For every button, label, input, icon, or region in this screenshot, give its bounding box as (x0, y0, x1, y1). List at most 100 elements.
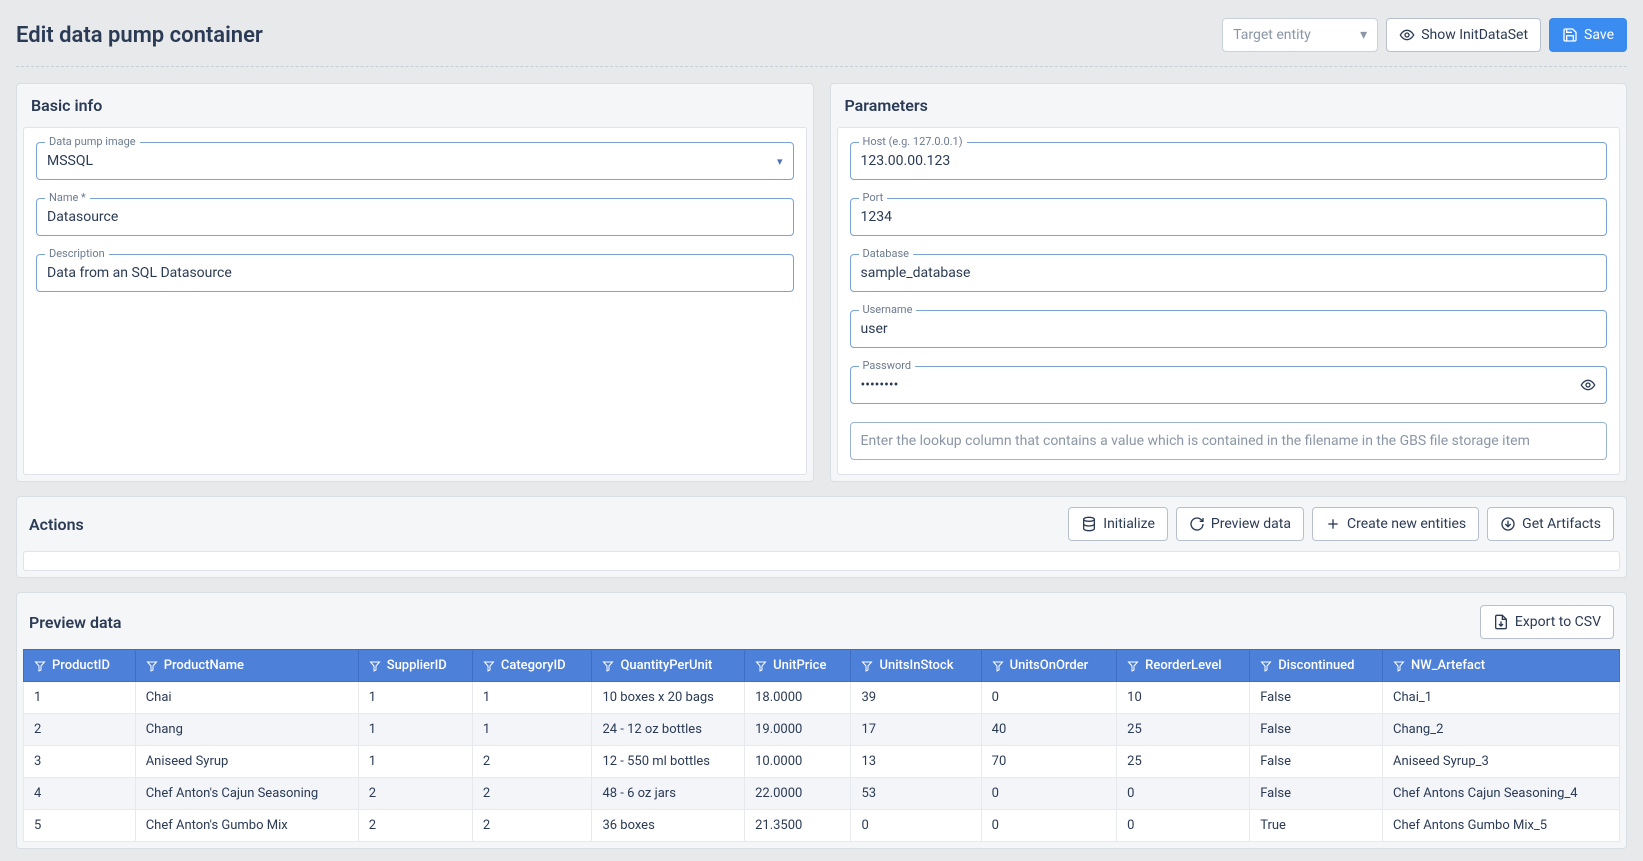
initialize-label: Initialize (1103, 516, 1155, 532)
table-cell: 48 - 6 oz jars (592, 778, 745, 810)
show-initdataset-button[interactable]: Show InitDataSet (1386, 18, 1541, 52)
table-cell: 1 (358, 746, 472, 778)
table-cell: 70 (981, 746, 1117, 778)
table-header-cell[interactable]: UnitsInStock (851, 650, 981, 682)
actions-head: Actions Initialize Preview data Create n… (17, 497, 1626, 551)
table-cell: 0 (981, 810, 1117, 842)
table-header-cell[interactable]: UnitsOnOrder (981, 650, 1117, 682)
save-label: Save (1584, 27, 1614, 43)
target-entity-placeholder: Target entity (1233, 27, 1311, 43)
database-icon (1081, 516, 1097, 532)
table-cell: 39 (851, 682, 981, 714)
table-cell: 21.3500 (745, 810, 851, 842)
filter-icon (483, 660, 495, 672)
lookup-field[interactable] (850, 422, 1608, 460)
table-header-row: ProductIDProductNameSupplierIDCategoryID… (24, 650, 1620, 682)
table-header-cell[interactable]: QuantityPerUnit (592, 650, 745, 682)
file-export-icon (1493, 614, 1509, 630)
table-cell: 2 (472, 778, 592, 810)
table-cell: 24 - 12 oz bottles (592, 714, 745, 746)
table-row[interactable]: 4Chef Anton's Cajun Seasoning2248 - 6 oz… (24, 778, 1620, 810)
actions-title: Actions (29, 515, 84, 534)
name-field[interactable]: Name * (36, 198, 794, 236)
port-input[interactable] (861, 209, 1597, 225)
field-label: Port (859, 191, 888, 204)
table-cell: 12 - 550 ml bottles (592, 746, 745, 778)
table-cell: 10 boxes x 20 bags (592, 682, 745, 714)
table-body: 1Chai1110 boxes x 20 bags18.000039010Fal… (24, 682, 1620, 842)
divider (16, 66, 1627, 67)
table-header-cell[interactable]: ProductName (135, 650, 358, 682)
table-cell: Chef Antons Gumbo Mix_5 (1383, 810, 1620, 842)
basic-info-panel: Basic info Data pump image ▾ Name * Desc… (16, 83, 814, 482)
table-row[interactable]: 2Chang1124 - 12 oz bottles19.0000174025F… (24, 714, 1620, 746)
export-csv-button[interactable]: Export to CSV (1480, 605, 1614, 639)
save-button[interactable]: Save (1549, 18, 1627, 52)
table-cell: 3 (24, 746, 136, 778)
top-right-buttons: Target entity ▾ Show InitDataSet Save (1222, 18, 1627, 52)
table-header-cell[interactable]: UnitPrice (745, 650, 851, 682)
host-input[interactable] (861, 153, 1597, 169)
chevron-down-icon: ▾ (1360, 27, 1367, 43)
table-cell: 0 (981, 778, 1117, 810)
preview-data-label: Preview data (1211, 516, 1291, 532)
username-input[interactable] (861, 321, 1597, 337)
password-field[interactable]: Password (850, 366, 1608, 404)
database-input[interactable] (861, 265, 1597, 281)
initialize-button[interactable]: Initialize (1068, 507, 1168, 541)
create-entities-button[interactable]: Create new entities (1312, 507, 1479, 541)
name-input[interactable] (47, 209, 783, 225)
port-field[interactable]: Port (850, 198, 1608, 236)
target-entity-select[interactable]: Target entity ▾ (1222, 18, 1378, 52)
data-pump-image-select[interactable]: Data pump image ▾ (36, 142, 794, 180)
table-cell: 18.0000 (745, 682, 851, 714)
table-header-cell[interactable]: Discontinued (1250, 650, 1383, 682)
table-cell: 1 (472, 714, 592, 746)
table-header-cell[interactable]: CategoryID (472, 650, 592, 682)
lookup-input[interactable] (861, 433, 1597, 449)
table-cell: False (1250, 714, 1383, 746)
table-cell: 0 (1117, 778, 1250, 810)
field-label: Name * (45, 191, 90, 204)
parameters-title: Parameters (831, 84, 1627, 127)
data-pump-image-value[interactable] (47, 153, 777, 169)
filter-icon (1393, 660, 1405, 672)
preview-data-button[interactable]: Preview data (1176, 507, 1304, 541)
filter-icon (992, 660, 1004, 672)
table-header-cell[interactable]: SupplierID (358, 650, 472, 682)
field-label: Password (859, 359, 916, 372)
save-icon (1562, 27, 1578, 43)
username-field[interactable]: Username (850, 310, 1608, 348)
get-artifacts-button[interactable]: Get Artifacts (1487, 507, 1614, 541)
description-field[interactable]: Description (36, 254, 794, 292)
table-cell: Chang_2 (1383, 714, 1620, 746)
filter-icon (369, 660, 381, 672)
password-input[interactable] (861, 377, 1581, 393)
table-cell: Aniseed Syrup (135, 746, 358, 778)
table-cell: 25 (1117, 746, 1250, 778)
table-cell: 4 (24, 778, 136, 810)
table-cell: 0 (981, 682, 1117, 714)
table-cell: Chai_1 (1383, 682, 1620, 714)
plus-icon (1325, 516, 1341, 532)
preview-table-wrap: ProductIDProductNameSupplierIDCategoryID… (23, 649, 1620, 842)
preview-title: Preview data (29, 613, 122, 632)
filter-icon (602, 660, 614, 672)
table-row[interactable]: 1Chai1110 boxes x 20 bags18.000039010Fal… (24, 682, 1620, 714)
table-cell: 2 (358, 778, 472, 810)
preview-table: ProductIDProductNameSupplierIDCategoryID… (23, 649, 1620, 842)
show-password-button[interactable] (1580, 377, 1596, 393)
table-header-cell[interactable]: ProductID (24, 650, 136, 682)
table-cell: Chai (135, 682, 358, 714)
table-row[interactable]: 5Chef Anton's Gumbo Mix2236 boxes21.3500… (24, 810, 1620, 842)
table-header-cell[interactable]: ReorderLevel (1117, 650, 1250, 682)
filter-icon (1127, 660, 1139, 672)
table-header-cell[interactable]: NW_Artefact (1383, 650, 1620, 682)
table-cell: 10.0000 (745, 746, 851, 778)
table-cell: 36 boxes (592, 810, 745, 842)
database-field[interactable]: Database (850, 254, 1608, 292)
table-cell: 22.0000 (745, 778, 851, 810)
table-row[interactable]: 3Aniseed Syrup1212 - 550 ml bottles10.00… (24, 746, 1620, 778)
host-field[interactable]: Host (e.g. 127.0.0.1) (850, 142, 1608, 180)
description-input[interactable] (47, 265, 783, 281)
